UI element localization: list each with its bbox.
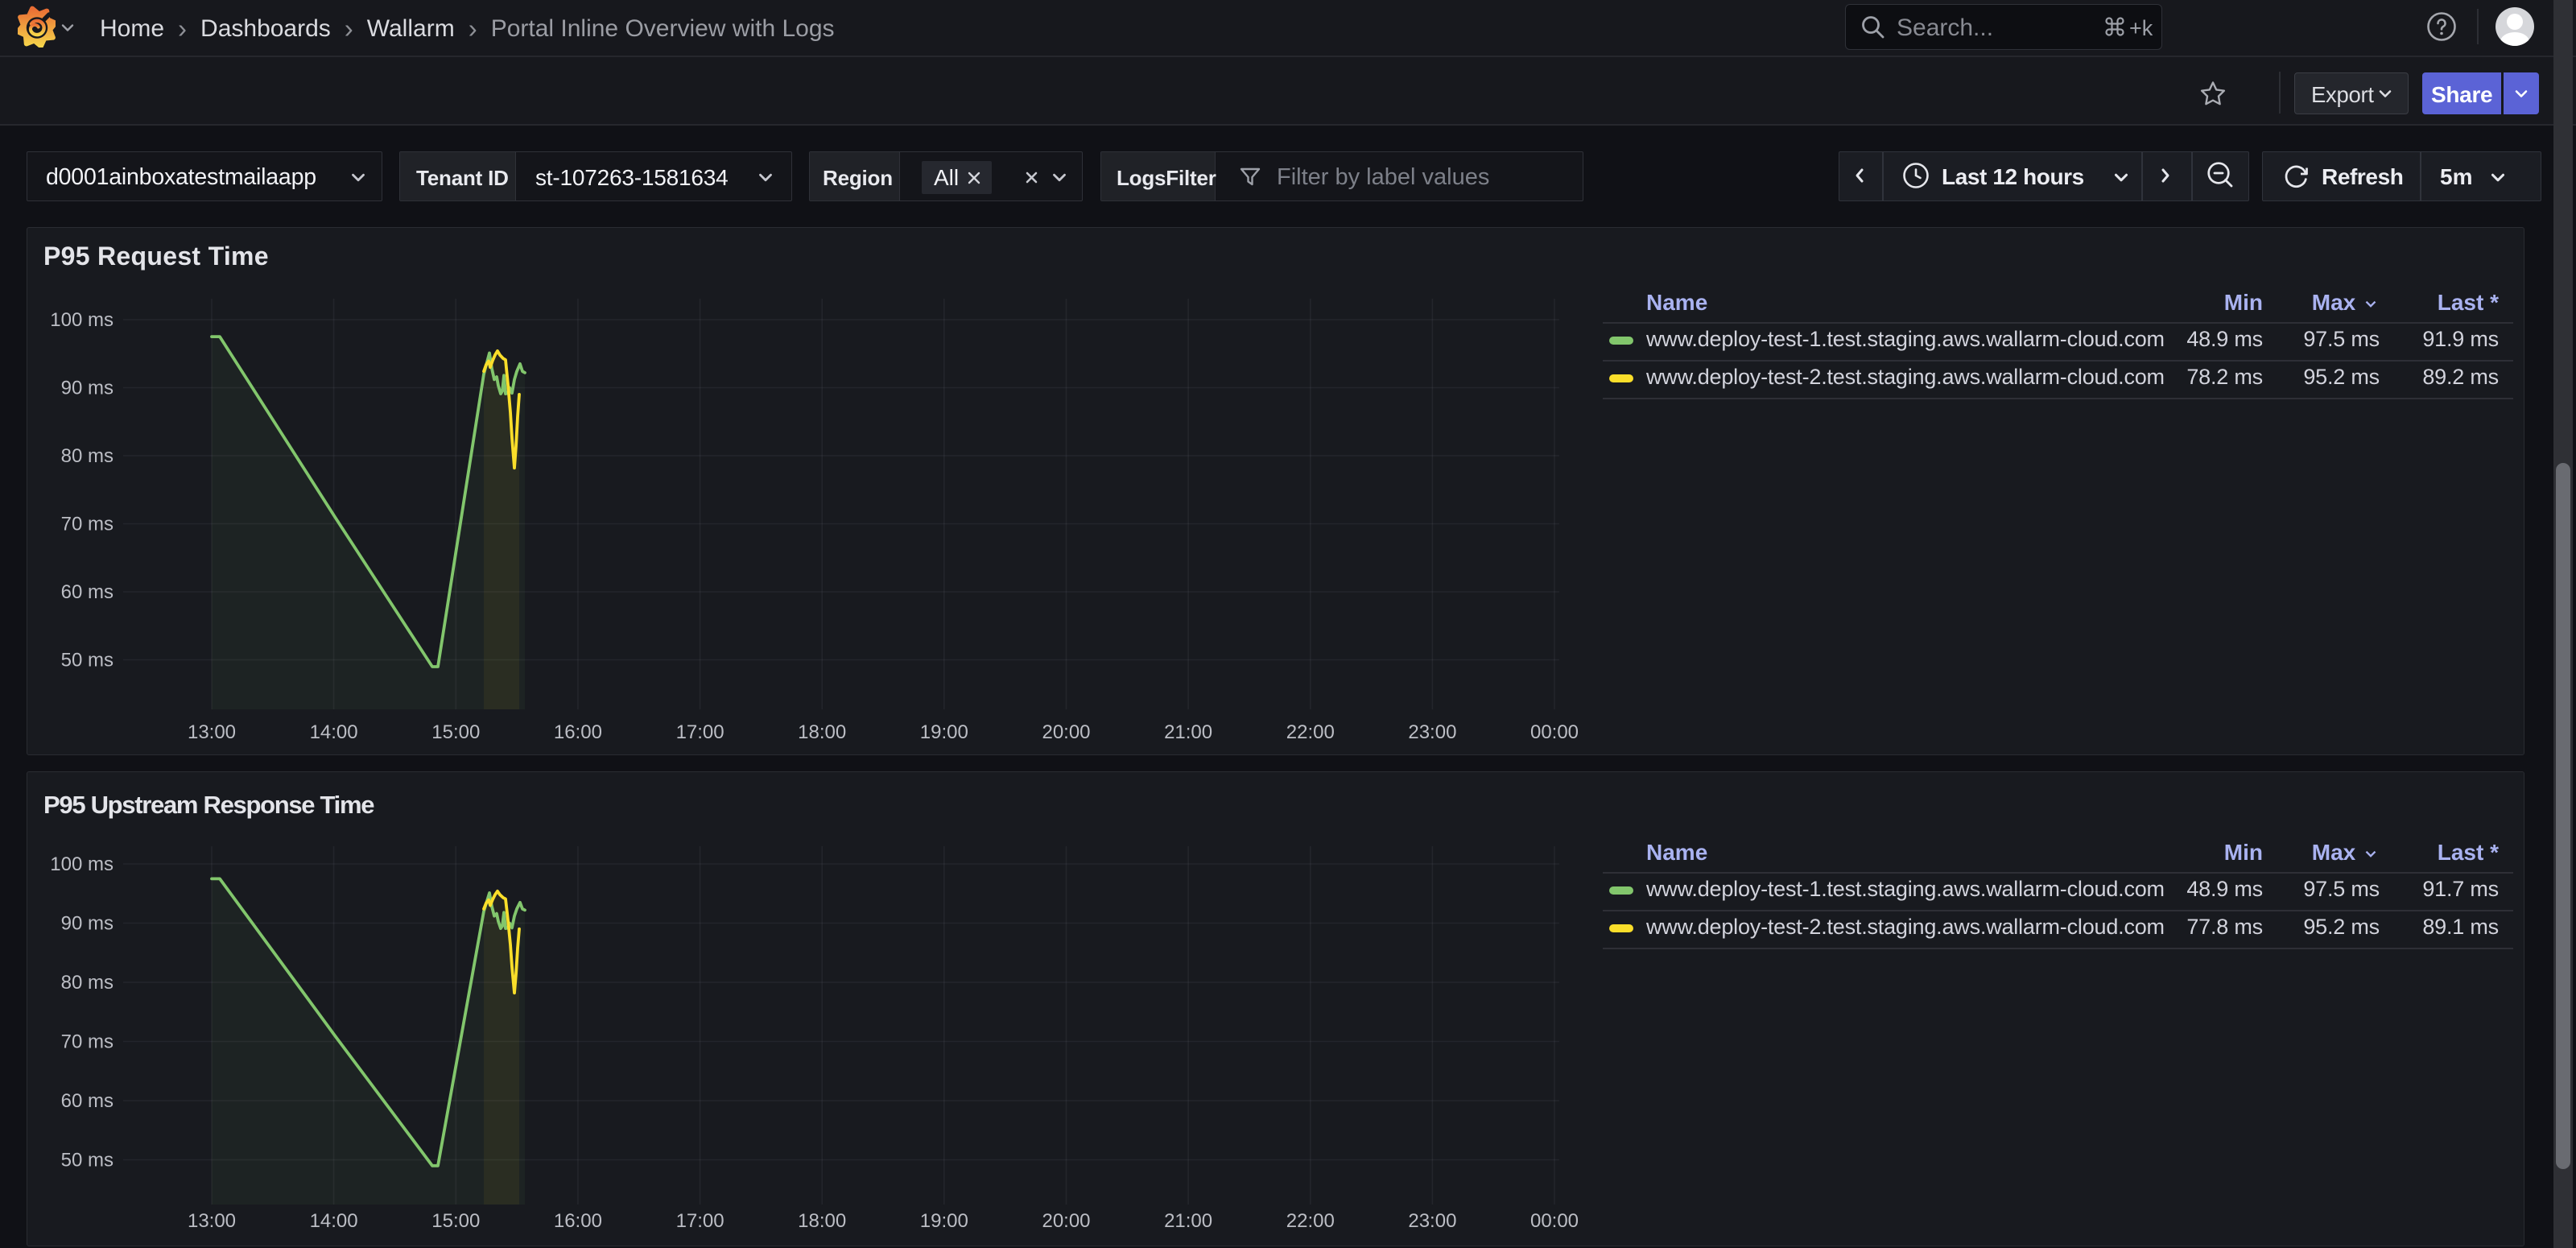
- svg-text:23:00: 23:00: [1408, 721, 1456, 743]
- svg-text:100 ms: 100 ms: [50, 853, 114, 875]
- svg-text:60 ms: 60 ms: [61, 1090, 114, 1112]
- svg-text:90 ms: 90 ms: [61, 913, 114, 935]
- svg-text:70 ms: 70 ms: [61, 1031, 114, 1053]
- svg-text:00:00: 00:00: [1530, 1210, 1579, 1232]
- svg-text:22:00: 22:00: [1286, 1210, 1335, 1232]
- svg-text:21:00: 21:00: [1164, 721, 1212, 743]
- svg-text:90 ms: 90 ms: [61, 378, 114, 399]
- svg-text:15:00: 15:00: [431, 721, 480, 743]
- svg-text:50 ms: 50 ms: [61, 1150, 114, 1172]
- svg-text:13:00: 13:00: [188, 1210, 236, 1232]
- svg-text:19:00: 19:00: [920, 1210, 968, 1232]
- svg-text:19:00: 19:00: [920, 721, 968, 743]
- svg-text:00:00: 00:00: [1530, 721, 1579, 743]
- svg-text:15:00: 15:00: [431, 1210, 480, 1232]
- svg-text:100 ms: 100 ms: [50, 309, 114, 331]
- svg-text:20:00: 20:00: [1042, 721, 1090, 743]
- svg-text:17:00: 17:00: [676, 1210, 724, 1232]
- svg-text:50 ms: 50 ms: [61, 650, 114, 672]
- svg-text:13:00: 13:00: [188, 721, 236, 743]
- svg-text:23:00: 23:00: [1408, 1210, 1456, 1232]
- svg-text:18:00: 18:00: [798, 1210, 846, 1232]
- svg-text:80 ms: 80 ms: [61, 972, 114, 994]
- svg-text:16:00: 16:00: [554, 1210, 602, 1232]
- svg-text:20:00: 20:00: [1042, 1210, 1090, 1232]
- svg-text:14:00: 14:00: [310, 1210, 358, 1232]
- svg-text:60 ms: 60 ms: [61, 581, 114, 603]
- svg-text:80 ms: 80 ms: [61, 445, 114, 467]
- svg-text:16:00: 16:00: [554, 721, 602, 743]
- svg-text:22:00: 22:00: [1286, 721, 1335, 743]
- svg-text:14:00: 14:00: [310, 721, 358, 743]
- svg-text:17:00: 17:00: [676, 721, 724, 743]
- svg-text:21:00: 21:00: [1164, 1210, 1212, 1232]
- svg-text:18:00: 18:00: [798, 721, 846, 743]
- svg-text:70 ms: 70 ms: [61, 514, 114, 535]
